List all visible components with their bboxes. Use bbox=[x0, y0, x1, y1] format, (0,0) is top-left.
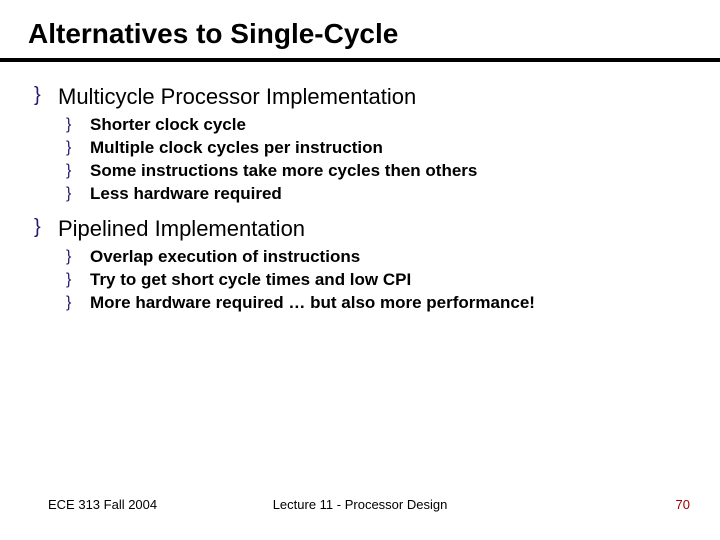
footer-page-number: 70 bbox=[676, 497, 690, 512]
list-item: Overlap execution of instructions bbox=[64, 246, 692, 269]
content-list: Multicycle Processor Implementation Shor… bbox=[28, 84, 692, 315]
slide: Alternatives to Single-Cycle Multicycle … bbox=[0, 0, 720, 540]
footer: ECE 313 Fall 2004 Lecture 11 - Processor… bbox=[0, 497, 720, 512]
section-heading: Multicycle Processor Implementation bbox=[58, 84, 416, 109]
footer-left: ECE 313 Fall 2004 bbox=[48, 497, 157, 512]
list-item: Multiple clock cycles per instruction bbox=[64, 137, 692, 160]
section-items: Shorter clock cycle Multiple clock cycle… bbox=[58, 114, 692, 206]
slide-title: Alternatives to Single-Cycle bbox=[28, 18, 692, 50]
section-multicycle: Multicycle Processor Implementation Shor… bbox=[28, 84, 692, 206]
section-heading: Pipelined Implementation bbox=[58, 216, 305, 241]
section-pipelined: Pipelined Implementation Overlap executi… bbox=[28, 216, 692, 315]
footer-center: Lecture 11 - Processor Design bbox=[273, 497, 448, 512]
list-item: Less hardware required bbox=[64, 183, 692, 206]
list-item: More hardware required … but also more p… bbox=[64, 292, 692, 315]
list-item: Shorter clock cycle bbox=[64, 114, 692, 137]
section-items: Overlap execution of instructions Try to… bbox=[58, 246, 692, 315]
list-item: Some instructions take more cycles then … bbox=[64, 160, 692, 183]
list-item: Try to get short cycle times and low CPI bbox=[64, 269, 692, 292]
title-rule bbox=[0, 58, 720, 62]
